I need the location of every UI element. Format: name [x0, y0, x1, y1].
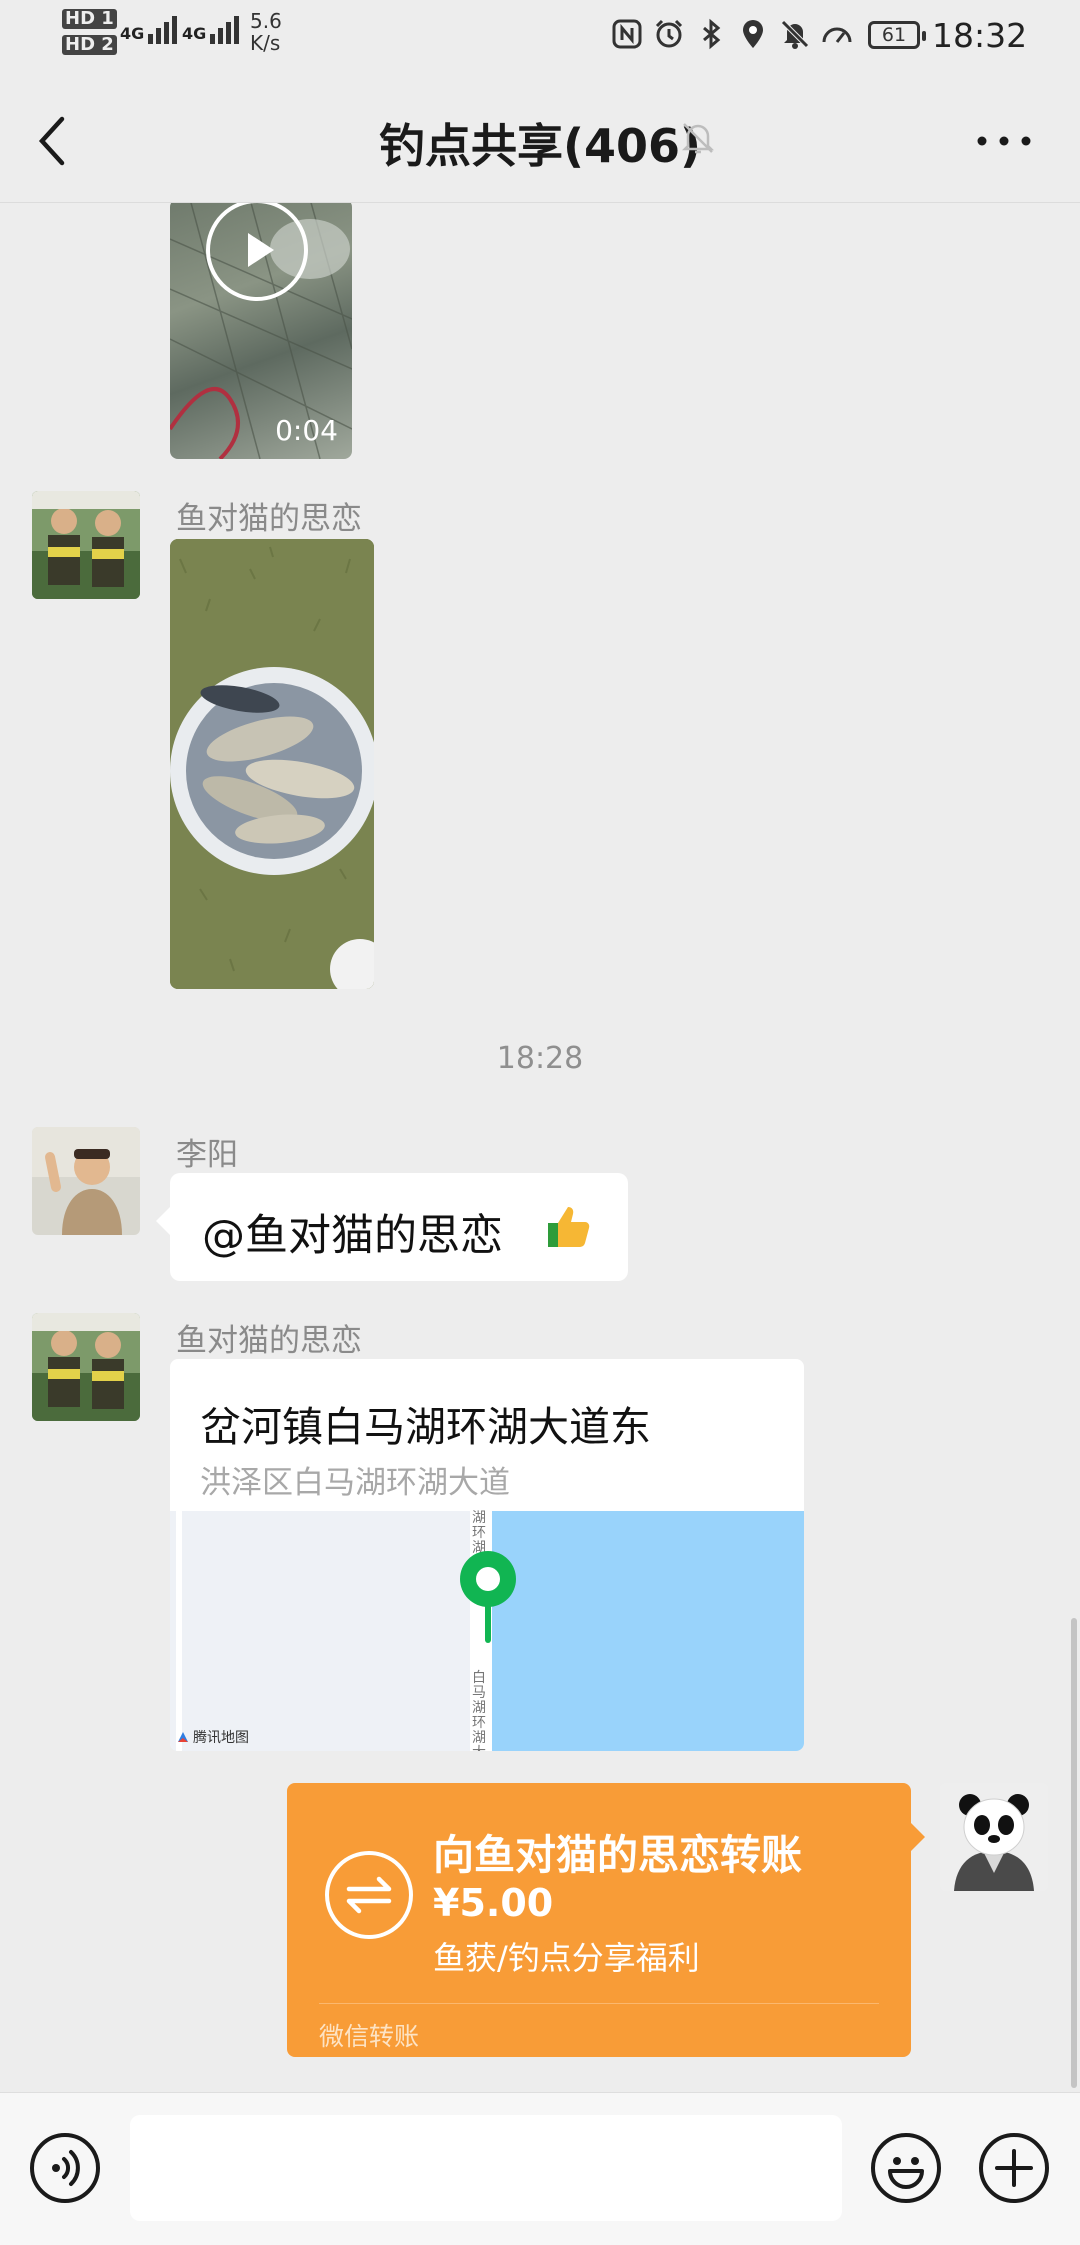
map-brand-label: 腾讯地图: [193, 1730, 249, 1746]
photo-message[interactable]: [170, 539, 374, 989]
signal-1: 4G: [120, 16, 178, 44]
transfer-footer: 微信转账: [319, 2022, 420, 2051]
location-title: 岔河镇白马湖环湖大道东: [200, 1403, 651, 1451]
map-road-label-bottom: 白马湖环湖大: [472, 1670, 486, 1752]
play-icon: [248, 233, 274, 267]
chat-title-text: 钓点共享(406): [378, 119, 702, 173]
more-options-button[interactable]: [974, 116, 1034, 166]
sim1-label: HD 1: [62, 9, 117, 29]
bluetooth-icon: [694, 18, 728, 52]
input-bar: [0, 2092, 1080, 2245]
sim2-label: HD 2: [62, 35, 117, 55]
timestamp: 18:28: [496, 1041, 584, 1076]
voice-icon: [52, 2150, 80, 2186]
signal-bars-1-icon: [148, 16, 178, 44]
avatar-image: [32, 491, 140, 599]
nfc-icon: [610, 18, 644, 52]
net-speed: 5.6 K/s: [250, 10, 282, 54]
chat-header: 钓点共享(406): [0, 76, 1080, 203]
text-bubble[interactable]: @鱼对猫的思恋: [156, 1173, 628, 1281]
emoji-button[interactable]: [871, 2133, 941, 2203]
transfer-note: 鱼获/钓点分享福利: [433, 1939, 700, 1977]
avatar-image: [32, 1313, 140, 1421]
video-duration: 0:04: [275, 414, 338, 447]
plus-icon: [995, 2149, 1033, 2187]
video-message[interactable]: 0:04: [170, 203, 352, 459]
net-speed-unit: K/s: [250, 31, 281, 55]
avatar[interactable]: [32, 1127, 140, 1235]
mute-icon: [778, 18, 812, 52]
transfer-card[interactable]: 向鱼对猫的思恋转账 ¥5.00 鱼获/钓点分享福利 微信转账: [287, 1783, 925, 2057]
network-type-1: 4G: [120, 24, 145, 43]
chat-area[interactable]: 0:04 鱼对猫的思恋 18:28 李阳 @鱼对猫的思恋 鱼对猫的思恋 岔河镇白…: [0, 203, 1080, 2092]
alarm-icon: [652, 18, 686, 52]
more-dots-icon: [977, 136, 1031, 146]
sender-name: 鱼对猫的思恋: [176, 501, 362, 537]
clock: 18:32: [932, 16, 1028, 55]
divider: [319, 2003, 879, 2004]
emoji-icon: [888, 2157, 924, 2189]
transfer-amount: ¥5.00: [433, 1881, 554, 1925]
avatar[interactable]: [32, 1313, 140, 1421]
thumbs-up-icon: [542, 1201, 592, 1261]
network-type-2: 4G: [182, 24, 207, 43]
my-avatar[interactable]: [940, 1783, 1048, 1891]
plus-button[interactable]: [979, 2133, 1049, 2203]
photo-image: [170, 539, 374, 989]
avatar[interactable]: [32, 491, 140, 599]
transfer-title: 向鱼对猫的思恋转账: [433, 1831, 802, 1879]
bell-off-icon: [678, 118, 718, 158]
map-road-left: [176, 1511, 182, 1751]
location-pin-icon: [458, 1549, 518, 1645]
play-button[interactable]: [206, 203, 308, 301]
map-brand: 腾讯地图: [176, 1727, 249, 1747]
scrollbar[interactable]: [1071, 1618, 1077, 2088]
sender-name: 李阳: [176, 1137, 238, 1173]
signal-2: 4G: [182, 16, 240, 44]
tencent-map-logo-icon: [178, 1732, 188, 1742]
bubble-tail: [911, 1823, 925, 1851]
map-preview[interactable]: 湖环湖 白马湖环湖大 腾讯地图: [170, 1511, 804, 1751]
status-icons: 61: [610, 18, 926, 52]
speedometer-icon: [820, 18, 854, 52]
avatar-image: [32, 1127, 140, 1235]
net-speed-value: 5.6: [250, 9, 282, 33]
sim-indicators: HD 1 HD 2: [62, 9, 117, 55]
location-address: 洪泽区白马湖环湖大道: [200, 1465, 510, 1501]
message-input[interactable]: [130, 2115, 842, 2221]
panda-avatar-image: [940, 1783, 1048, 1891]
chat-title: 钓点共享(406): [0, 110, 1080, 176]
status-bar: HD 1 HD 2 4G 4G 5.6 K/s 61 18:32: [0, 0, 1080, 76]
sender-name: 鱼对猫的思恋: [176, 1323, 362, 1359]
location-card[interactable]: 岔河镇白马湖环湖大道东 洪泽区白马湖环湖大道 湖环湖 白马湖环湖大 腾讯地图: [170, 1359, 804, 1751]
location-icon: [736, 18, 770, 52]
transfer-icon: [325, 1851, 413, 1939]
voice-button[interactable]: [30, 2133, 100, 2203]
battery-icon: 61: [868, 21, 926, 49]
message-text: @鱼对猫的思恋: [202, 1211, 503, 1261]
signal-bars-2-icon: [210, 16, 240, 44]
map-water: [492, 1511, 804, 1751]
